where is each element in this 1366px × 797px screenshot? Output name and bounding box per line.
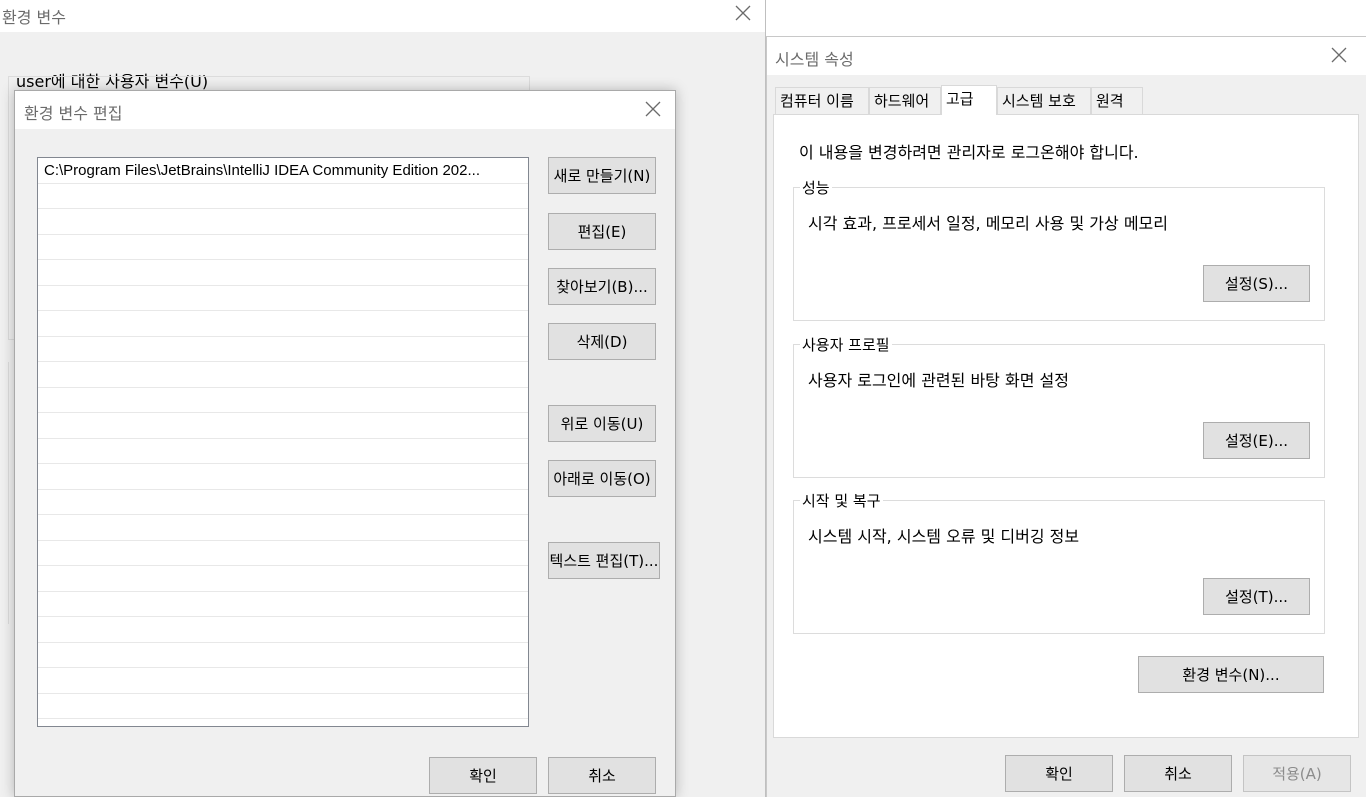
startup-recovery-description: 시스템 시작, 시스템 오류 및 디버깅 정보 <box>808 527 1080 546</box>
user-profiles-description: 사용자 로그인에 관련된 바탕 화면 설정 <box>808 371 1069 390</box>
tab-remote[interactable]: 원격 <box>1091 87 1143 114</box>
tab-advanced[interactable]: 고급 <box>941 85 997 115</box>
user-profiles-label: 사용자 프로필 <box>800 334 892 355</box>
path-list-empty-row[interactable] <box>38 286 528 311</box>
path-list-empty-row[interactable] <box>38 413 528 439</box>
ok-button[interactable]: 확인 <box>429 757 537 794</box>
system-properties-titlebar: 시스템 속성 <box>767 37 1366 75</box>
system-vars-group <box>8 362 11 624</box>
tab-hardware[interactable]: 하드웨어 <box>869 87 941 114</box>
edit-dialog-title: 환경 변수 편집 <box>24 104 123 123</box>
advanced-tab-panel: 이 내용을 변경하려면 관리자로 로그온해야 합니다. 성능 시각 효과, 프로… <box>773 114 1359 738</box>
path-list-empty-row[interactable] <box>38 515 528 541</box>
move-up-button[interactable]: 위로 이동(U) <box>548 405 656 442</box>
path-list-empty-row[interactable] <box>38 643 528 668</box>
tab-computer-name[interactable]: 컴퓨터 이름 <box>775 87 869 114</box>
performance-label: 성능 <box>800 177 832 198</box>
edit-dialog-body: C:\Program Files\JetBrains\IntelliJ IDEA… <box>15 129 675 796</box>
edit-text-button[interactable]: 텍스트 편집(T)... <box>548 542 660 579</box>
path-list-empty-row[interactable] <box>38 235 528 260</box>
close-icon[interactable] <box>642 98 664 120</box>
path-list-empty-row[interactable] <box>38 337 528 362</box>
startup-recovery-settings-button[interactable]: 설정(T)... <box>1203 578 1310 615</box>
path-list-empty-row[interactable] <box>38 694 528 719</box>
path-list-empty-row[interactable] <box>38 260 528 286</box>
delete-button[interactable]: 삭제(D) <box>548 323 656 360</box>
path-list-empty-row[interactable] <box>38 388 528 413</box>
close-icon[interactable] <box>1328 44 1350 66</box>
close-icon[interactable] <box>732 2 754 24</box>
env-window-title: 환경 변수 <box>2 8 66 27</box>
path-list-empty-row[interactable] <box>38 209 528 235</box>
move-down-button[interactable]: 아래로 이동(O) <box>548 460 656 497</box>
path-list-empty-row[interactable] <box>38 541 528 566</box>
path-list[interactable]: C:\Program Files\JetBrains\IntelliJ IDEA… <box>37 157 529 727</box>
env-window-titlebar: 환경 변수 <box>0 0 765 32</box>
tab-system-protection[interactable]: 시스템 보호 <box>997 87 1091 114</box>
cancel-button[interactable]: 취소 <box>1124 755 1232 792</box>
path-list-empty-row[interactable] <box>38 592 528 617</box>
startup-recovery-group: 시작 및 복구 시스템 시작, 시스템 오류 및 디버깅 정보 설정(T)... <box>793 490 1325 634</box>
path-list-empty-row[interactable] <box>38 184 528 209</box>
startup-recovery-label: 시작 및 복구 <box>800 490 883 511</box>
performance-description: 시각 효과, 프로세서 일정, 메모리 사용 및 가상 메모리 <box>808 214 1168 233</box>
apply-button[interactable]: 적용(A) <box>1243 755 1351 792</box>
cancel-button[interactable]: 취소 <box>548 757 656 794</box>
admin-note: 이 내용을 변경하려면 관리자로 로그온해야 합니다. <box>799 143 1139 162</box>
edit-button[interactable]: 편집(E) <box>548 213 656 250</box>
path-list-empty-row[interactable] <box>38 617 528 643</box>
environment-variables-button[interactable]: 환경 변수(N)... <box>1138 656 1324 693</box>
system-properties-body: 컴퓨터 이름 하드웨어 고급 시스템 보호 원격 이 내용을 변경하려면 관리자… <box>767 75 1366 797</box>
performance-settings-button[interactable]: 설정(S)... <box>1203 265 1310 302</box>
path-list-item[interactable]: C:\Program Files\JetBrains\IntelliJ IDEA… <box>38 158 528 184</box>
user-profiles-group: 사용자 프로필 사용자 로그인에 관련된 바탕 화면 설정 설정(E)... <box>793 334 1325 478</box>
path-list-empty-row[interactable] <box>38 464 528 490</box>
system-properties-window: 시스템 속성 컴퓨터 이름 하드웨어 고급 시스템 보호 원격 이 내용을 변경… <box>766 36 1366 797</box>
user-profiles-settings-button[interactable]: 설정(E)... <box>1203 422 1310 459</box>
ok-button[interactable]: 확인 <box>1005 755 1113 792</box>
performance-group: 성능 시각 효과, 프로세서 일정, 메모리 사용 및 가상 메모리 설정(S)… <box>793 177 1325 321</box>
edit-environment-variable-dialog: 환경 변수 편집 C:\Program Files\JetBrains\Inte… <box>14 90 676 797</box>
path-list-empty-row[interactable] <box>38 362 528 388</box>
new-button[interactable]: 새로 만들기(N) <box>548 157 656 194</box>
path-list-empty-row[interactable] <box>38 439 528 464</box>
system-properties-title: 시스템 속성 <box>775 50 854 69</box>
edit-dialog-titlebar: 환경 변수 편집 <box>15 91 675 129</box>
path-list-empty-row[interactable] <box>38 490 528 515</box>
path-list-empty-row[interactable] <box>38 566 528 592</box>
path-list-empty-row[interactable] <box>38 311 528 337</box>
browse-button[interactable]: 찾아보기(B)... <box>548 268 656 305</box>
path-list-empty-row[interactable] <box>38 668 528 694</box>
